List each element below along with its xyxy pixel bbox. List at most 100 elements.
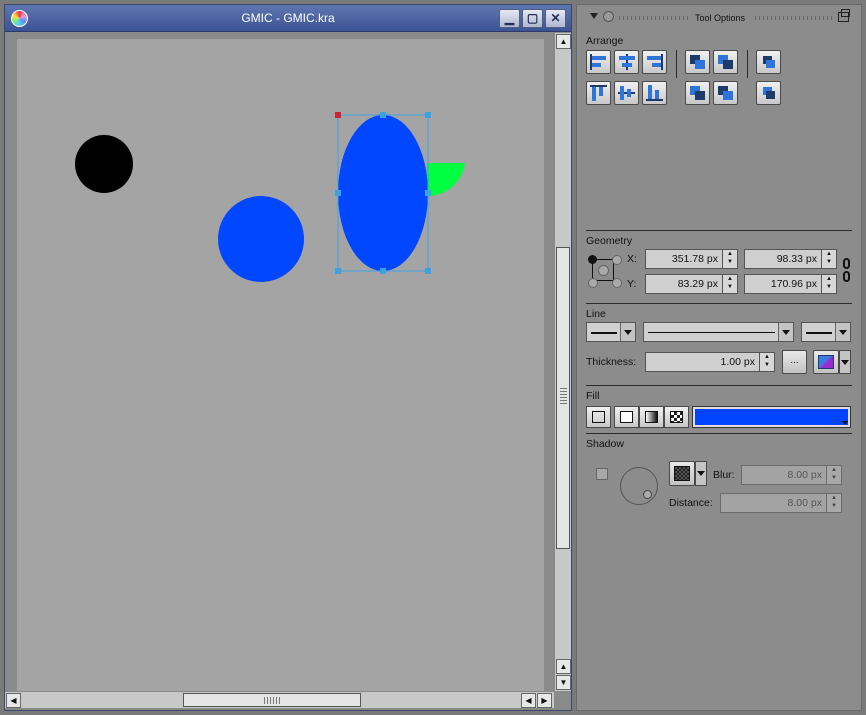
thickness-label: Thickness:: [586, 356, 637, 368]
distance-label: Distance:: [669, 497, 713, 509]
line-style-combo[interactable]: [643, 322, 794, 342]
spin-arrows-icon[interactable]: ▲ ▼: [821, 250, 836, 268]
blur-spinbox[interactable]: 8.00 px ▲ ▼: [741, 465, 842, 485]
horizontal-scrollbar[interactable]: ◀ ◀ ▶: [5, 691, 554, 708]
anchor-point-selector[interactable]: [587, 254, 623, 290]
minimize-button[interactable]: ▁: [499, 9, 520, 28]
thickness-value: 1.00 px: [720, 356, 755, 368]
dropdown-arrow-icon[interactable]: [778, 323, 793, 341]
handle-bottom-right[interactable]: [425, 268, 431, 274]
width-value: 98.33 px: [776, 253, 817, 265]
width-spinbox[interactable]: 98.33 px ▲ ▼: [744, 249, 837, 269]
dropdown-arrow-icon: [842, 421, 848, 425]
section-separator: [586, 385, 852, 386]
no-fill-button[interactable]: [586, 406, 611, 428]
scroll-up-button-bottom[interactable]: ▲: [556, 659, 571, 674]
align-right-button[interactable]: [642, 50, 667, 74]
grip-icon: [264, 697, 282, 704]
arrange-separator: [676, 50, 677, 78]
geometry-label: Geometry: [586, 235, 633, 247]
line-label: Line: [586, 308, 606, 320]
line-start-marker-combo[interactable]: [586, 322, 636, 342]
bring-to-front-button[interactable]: [685, 50, 710, 74]
thickness-spinbox[interactable]: 1.00 px ▲ ▼: [645, 352, 775, 372]
shadow-angle-dial[interactable]: [620, 467, 658, 505]
align-bottom-button[interactable]: [642, 81, 667, 105]
align-hcenter-button[interactable]: [614, 50, 639, 74]
distance-spinbox[interactable]: 8.00 px ▲ ▼: [720, 493, 842, 513]
green-quarter-circle[interactable]: [427, 163, 465, 197]
rotation-handle[interactable]: [335, 112, 341, 118]
line-end-marker-combo[interactable]: [801, 322, 851, 342]
scroll-left-button-end[interactable]: ◀: [521, 693, 536, 708]
pattern-fill-icon: [670, 411, 683, 423]
drawing-canvas[interactable]: [17, 39, 544, 691]
send-to-back-button[interactable]: [685, 81, 710, 105]
raise-button[interactable]: [713, 50, 738, 74]
distance-value: 8.00 px: [787, 497, 822, 509]
y-position-value: 83.29 px: [677, 278, 718, 290]
align-vcenter-button[interactable]: [614, 81, 639, 105]
maximize-button[interactable]: ▢: [522, 9, 543, 28]
height-value: 170.96 px: [770, 278, 817, 290]
lower-button[interactable]: [713, 81, 738, 105]
section-separator: [586, 303, 852, 304]
line-cap-text: ...: [790, 355, 799, 366]
vertical-scroll-thumb[interactable]: [556, 247, 570, 549]
aspect-lock-chain-icon[interactable]: [843, 258, 851, 284]
dropdown-arrow-icon: [697, 471, 705, 476]
height-spinbox[interactable]: 170.96 px ▲ ▼: [744, 274, 837, 294]
scroll-right-button[interactable]: ▶: [537, 693, 552, 708]
handle-bottom-mid[interactable]: [380, 268, 386, 274]
handle-top-mid[interactable]: [380, 112, 386, 118]
scroll-up-button[interactable]: ▲: [556, 34, 571, 49]
handle-mid-left[interactable]: [335, 190, 341, 196]
stroke-color-button[interactable]: [813, 350, 839, 374]
dial-knob-icon: [643, 490, 652, 499]
spin-arrows-icon[interactable]: ▲ ▼: [826, 466, 841, 484]
black-circle[interactable]: [75, 135, 133, 193]
collapse-arrow-icon[interactable]: [590, 13, 598, 19]
spin-arrows-icon[interactable]: ▲ ▼: [821, 275, 836, 293]
spin-arrows-icon[interactable]: ▲ ▼: [759, 353, 774, 371]
horizontal-scroll-thumb[interactable]: [183, 693, 361, 707]
blur-label: Blur:: [713, 469, 735, 481]
lock-icon[interactable]: [603, 11, 614, 22]
shadow-enable-checkbox[interactable]: [596, 468, 608, 480]
scroll-down-button[interactable]: ▼: [556, 675, 571, 690]
align-left-button[interactable]: [586, 50, 611, 74]
spin-arrows-icon[interactable]: ▲ ▼: [826, 494, 841, 512]
solid-fill-button[interactable]: [614, 406, 639, 428]
shadow-color-dropdown[interactable]: [695, 461, 707, 486]
align-top-button[interactable]: [586, 81, 611, 105]
handle-bottom-left[interactable]: [335, 268, 341, 274]
pattern-fill-button[interactable]: [664, 406, 689, 428]
ungroup-button[interactable]: [756, 81, 781, 105]
document-window: GMIC - GMIC.kra ▁ ▢ ✕ ▲ ▲ ▼ ◀ ◀ ▶: [4, 4, 572, 711]
fill-color-swatch[interactable]: [692, 406, 851, 428]
stroke-color-dropdown[interactable]: [839, 350, 851, 374]
gradient-fill-button[interactable]: [639, 406, 664, 428]
blue-ellipse-selected[interactable]: [338, 115, 428, 271]
line-cap-button[interactable]: ...: [782, 350, 807, 374]
float-docker-icon[interactable]: [838, 9, 850, 22]
dropdown-arrow-icon[interactable]: [835, 323, 850, 341]
handle-top-right[interactable]: [425, 112, 431, 118]
window-title: GMIC - GMIC.kra: [241, 11, 335, 25]
handle-mid-right[interactable]: [425, 190, 431, 196]
close-button[interactable]: ✕: [545, 9, 566, 28]
x-position-spinbox[interactable]: 351.78 px ▲ ▼: [645, 249, 738, 269]
blue-circle[interactable]: [218, 196, 304, 282]
pen-color-icon: [818, 355, 834, 369]
window-titlebar[interactable]: GMIC - GMIC.kra ▁ ▢ ✕: [5, 5, 571, 32]
scroll-left-button[interactable]: ◀: [6, 693, 21, 708]
dropdown-arrow-icon[interactable]: [620, 323, 635, 341]
group-button[interactable]: [756, 50, 781, 74]
vertical-scrollbar[interactable]: ▲ ▲ ▼: [554, 33, 571, 691]
drag-dots: [619, 16, 689, 20]
y-position-spinbox[interactable]: 83.29 px ▲ ▼: [645, 274, 738, 294]
spin-arrows-icon[interactable]: ▲ ▼: [722, 275, 737, 293]
shadow-color-button[interactable]: [669, 461, 695, 486]
spin-arrows-icon[interactable]: ▲ ▼: [722, 250, 737, 268]
docker-titlebar[interactable]: Tool Options: [577, 5, 861, 29]
